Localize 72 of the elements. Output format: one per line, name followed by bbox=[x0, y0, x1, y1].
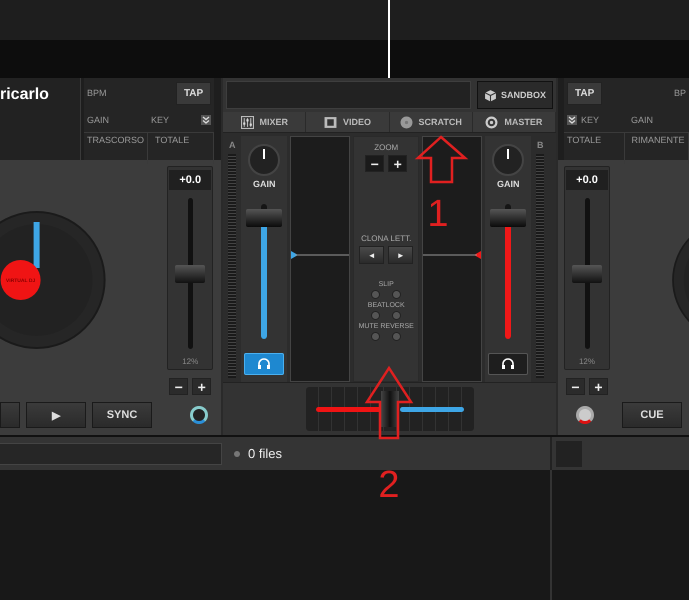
annotation-number: 1 bbox=[427, 193, 449, 235]
zoom-plus-button[interactable]: + bbox=[388, 155, 408, 172]
gain-knob[interactable] bbox=[492, 144, 524, 176]
sandbox-button[interactable]: SANDBOX bbox=[476, 81, 553, 109]
fader-thumb[interactable] bbox=[246, 208, 282, 226]
ring-icon bbox=[485, 116, 498, 128]
key-label: KEY bbox=[581, 115, 600, 125]
gain-label: GAIN bbox=[87, 115, 110, 125]
sync-button[interactable]: SYNC bbox=[92, 402, 152, 428]
tap-button[interactable]: TAP bbox=[176, 82, 212, 104]
pitch-thumb[interactable] bbox=[572, 264, 602, 282]
toggle-led[interactable] bbox=[371, 332, 380, 341]
disc-icon bbox=[400, 116, 413, 128]
pitch-thumb[interactable] bbox=[174, 264, 205, 282]
file-count: 0 files bbox=[248, 446, 282, 461]
pitch-value: +0.0 bbox=[169, 170, 212, 190]
gain-label: GAIN bbox=[496, 179, 520, 189]
status-dot-icon bbox=[234, 450, 240, 456]
cue-button[interactable]: CUE bbox=[622, 402, 682, 428]
cue-marker-icon bbox=[423, 250, 482, 260]
film-icon bbox=[324, 116, 337, 128]
sliders-icon bbox=[240, 116, 254, 128]
bpm-label: BP bbox=[674, 88, 686, 98]
fader-thumb[interactable] bbox=[490, 208, 526, 226]
tap-button[interactable]: TAP bbox=[567, 82, 602, 104]
track-title: ricarlo bbox=[0, 86, 50, 104]
clone-left-button[interactable]: ◄ bbox=[359, 246, 384, 264]
toggle-led[interactable] bbox=[371, 311, 380, 320]
bpm-label: BPM bbox=[87, 88, 107, 98]
elapsed-label: TRASCORSO bbox=[84, 133, 148, 164]
key-label: KEY bbox=[151, 115, 170, 125]
target-icon[interactable] bbox=[576, 406, 594, 424]
zoom-label: ZOOM bbox=[374, 143, 398, 152]
chevron-down-icon[interactable] bbox=[201, 115, 212, 125]
cue-marker-icon bbox=[291, 250, 350, 260]
gain-knob[interactable] bbox=[248, 144, 280, 176]
annotation-number: 2 bbox=[378, 464, 400, 506]
toggle-led[interactable] bbox=[371, 290, 380, 299]
total-label: TOTALE bbox=[564, 133, 624, 164]
target-icon[interactable] bbox=[190, 406, 208, 424]
zoom-minus-button[interactable]: − bbox=[365, 155, 384, 172]
crossfader[interactable] bbox=[306, 387, 474, 431]
pitch-minus-button[interactable]: − bbox=[566, 378, 585, 395]
deck-button[interactable] bbox=[0, 402, 20, 428]
toggle-led[interactable] bbox=[392, 290, 402, 299]
pitch-slider[interactable]: +0.0 12% bbox=[167, 166, 214, 370]
search-field[interactable] bbox=[0, 442, 222, 464]
headphones-button[interactable] bbox=[488, 353, 528, 375]
pitch-plus-button[interactable]: + bbox=[589, 378, 608, 395]
pitch-range: 12% bbox=[182, 357, 198, 366]
channel-letter: B bbox=[536, 139, 544, 152]
play-button[interactable]: ▶ bbox=[26, 402, 86, 428]
toggle-led[interactable] bbox=[392, 311, 402, 320]
annotation-arrow bbox=[414, 135, 468, 184]
total-label: TOTALE bbox=[152, 133, 214, 164]
cube-icon bbox=[484, 88, 497, 102]
pitch-slider[interactable]: +0.0 12% bbox=[564, 166, 610, 370]
headphones-icon bbox=[501, 358, 516, 370]
gain-label: GAIN bbox=[252, 179, 276, 189]
pitch-range: 12% bbox=[578, 357, 595, 366]
channel-letter: A bbox=[228, 139, 236, 152]
crossfader-thumb[interactable] bbox=[380, 391, 399, 427]
toggle-led[interactable] bbox=[392, 332, 402, 341]
pitch-value: +0.0 bbox=[566, 170, 608, 190]
headphones-icon bbox=[257, 358, 272, 370]
gain-label: GAIN bbox=[631, 115, 654, 125]
pitch-minus-button[interactable]: − bbox=[169, 378, 188, 395]
remaining-label: RIMANENTE bbox=[628, 133, 689, 164]
chevron-down-icon[interactable] bbox=[567, 115, 577, 125]
clone-right-button[interactable]: ► bbox=[388, 246, 414, 264]
clone-label: CLONA LETT. bbox=[361, 234, 412, 243]
pitch-plus-button[interactable]: + bbox=[192, 378, 212, 395]
